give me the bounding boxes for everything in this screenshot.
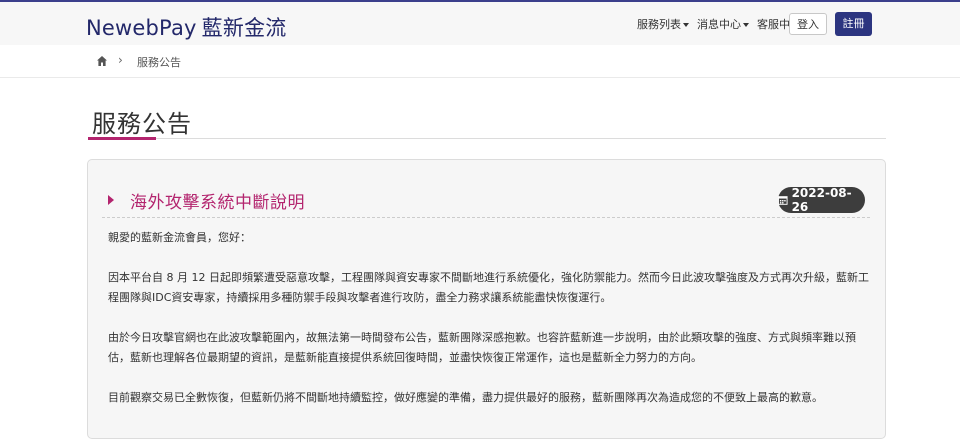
- title-divider: [88, 138, 886, 139]
- caret-right-icon: [108, 195, 114, 205]
- nav-item-services[interactable]: 服務列表: [637, 16, 689, 32]
- notice-paragraph: 因本平台自 8 月 12 日起即頻繁遭受惡意攻擊，工程團隊與資安專家不間斷地進行…: [108, 271, 869, 284]
- date-text: 2022-08-26: [791, 186, 852, 214]
- nav-label: 消息中心: [697, 18, 741, 31]
- top-nav: 服務列表 消息中心 客服中心: [637, 16, 801, 32]
- chevron-down-icon: [743, 23, 749, 27]
- nav-item-news[interactable]: 消息中心: [697, 16, 749, 32]
- notice-divider: [102, 217, 870, 218]
- login-button[interactable]: 登入: [789, 13, 827, 35]
- notice-paragraph: 估，藍新也理解各位最期望的資訊，是藍新能直接提供系統回復時間，並盡快恢復正常運作…: [108, 351, 702, 364]
- logo-text: NewebPay: [86, 16, 197, 40]
- date-badge: 2022-08-26: [778, 186, 865, 214]
- register-button[interactable]: 註冊: [835, 12, 872, 36]
- chevron-down-icon: [683, 23, 689, 27]
- notice-paragraph: 目前觀察交易已全數恢復，但藍新仍將不間斷地持續監控，做好應變的準備，盡力提供最好…: [108, 391, 823, 404]
- calendar-icon: [778, 196, 788, 205]
- notice-title: 海外攻擊系統中斷說明: [130, 193, 305, 213]
- notice-paragraph: 親愛的藍新金流會員，您好：: [108, 231, 251, 244]
- notice-paragraph: 程團隊與IDC資安專家，持續採用多種防禦手段與攻擊者進行攻防，盡全力務求讓系統能…: [108, 291, 612, 304]
- home-icon[interactable]: [96, 55, 108, 67]
- breadcrumb-separator: ›: [118, 53, 123, 67]
- breadcrumb: › 服務公告: [0, 45, 960, 78]
- title-accent-bar: [88, 137, 156, 140]
- nav-label: 服務列表: [637, 18, 681, 31]
- notice-paragraph: 由於今日攻擊官網也在此波攻擊範圍內，故無法第一時間發布公告，藍新團隊深感抱歉。也…: [108, 331, 856, 344]
- logo-cn-text: 藍新金流: [201, 16, 287, 40]
- breadcrumb-current: 服務公告: [137, 56, 181, 69]
- site-header: NewebPay 藍新金流 服務列表 消息中心 客服中心 登入 註冊: [0, 2, 960, 45]
- page-title: 服務公告: [92, 110, 192, 138]
- brand-logo[interactable]: NewebPay 藍新金流: [86, 12, 286, 42]
